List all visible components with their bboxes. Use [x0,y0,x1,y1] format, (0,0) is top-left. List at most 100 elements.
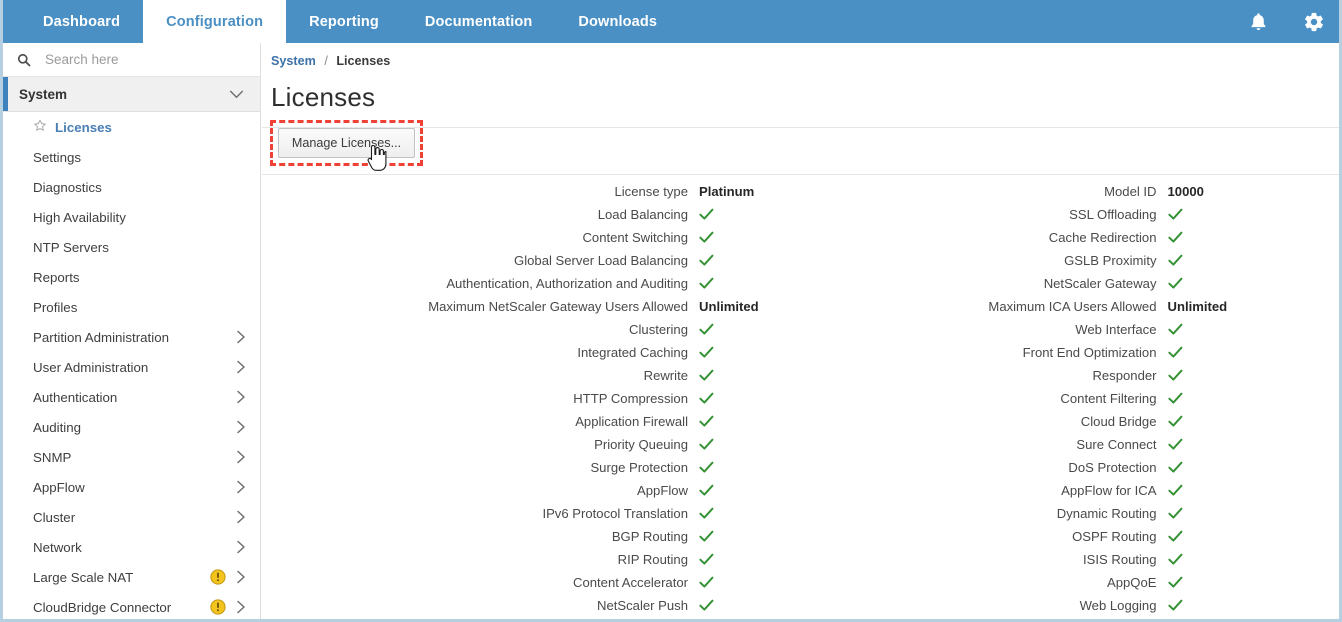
nav-right-icons [1245,0,1339,43]
sidebar-item-diagnostics[interactable]: Diagnostics [3,172,260,202]
license-feature-label: AppFlow for ICA [1061,483,1157,498]
license-row: Application Firewall [262,410,801,433]
check-icon [699,553,714,565]
chevron-right-icon[interactable] [236,600,246,614]
nav-tab-configuration[interactable]: Configuration [143,0,287,43]
breadcrumb-separator: / [324,54,328,68]
sidebar-item-high-availability[interactable]: High Availability [3,202,260,232]
license-feature-label: Web Logging [1079,598,1157,613]
sidebar-item-licenses[interactable]: Licenses [3,112,260,142]
breadcrumb-current: Licenses [336,54,391,68]
check-icon [1167,323,1182,335]
chevron-right-icon[interactable] [236,390,246,404]
sidebar-item-network[interactable]: Network [3,532,260,562]
sidebar-item-label: Network [33,539,82,555]
check-icon [699,461,714,473]
chevron-right-icon[interactable] [236,480,246,494]
star-icon[interactable] [33,119,47,133]
chevron-right-icon[interactable] [236,450,246,464]
check-icon [1167,507,1182,519]
search-bar[interactable] [3,43,260,77]
license-feature-label: Sure Connect [1076,437,1157,452]
gear-icon[interactable] [1301,9,1327,35]
nav-tab-dashboard[interactable]: Dashboard [20,0,143,43]
sidebar-group-label: System [19,86,68,102]
license-feature-label: Authentication, Authorization and Auditi… [446,276,688,291]
license-row: Priority Queuing [262,433,801,456]
chevron-right-icon[interactable] [236,330,246,344]
manage-licenses-button[interactable]: Manage Licenses... [278,128,415,158]
sidebar-item-label: Cluster [33,509,76,525]
sidebar-item-label: High Availability [33,209,126,225]
chevron-right-icon[interactable] [236,360,246,374]
license-row: IPv6 Protocol Translation [262,502,801,525]
check-icon [1167,346,1182,358]
sidebar-item-partition-administration[interactable]: Partition Administration [3,322,260,352]
nav-tab-downloads[interactable]: Downloads [555,0,680,43]
sidebar-item-profiles[interactable]: Profiles [3,292,260,322]
license-row: NetScaler Push [262,594,801,617]
license-feature-value [1167,415,1183,428]
sidebar-item-cloudbridge-connector[interactable]: CloudBridge Connector [3,592,260,619]
sidebar-item-cluster[interactable]: Cluster [3,502,260,532]
sidebar-item-settings[interactable]: Settings [3,142,260,172]
license-row: Web Interface [801,318,1340,341]
license-row: Content Filtering [801,387,1340,410]
sidebar-item-trailing [210,599,246,615]
chevron-right-icon[interactable] [236,570,246,584]
license-feature-value: 10000 [1167,184,1204,199]
warning-icon[interactable] [210,569,226,585]
license-feature-value [699,277,714,290]
check-icon [1167,208,1182,220]
sidebar-item-snmp[interactable]: SNMP [3,442,260,472]
warning-icon[interactable] [210,599,226,615]
check-icon [1167,231,1182,243]
nav-tab-documentation[interactable]: Documentation [402,0,555,43]
license-row: Rewrite [262,364,801,387]
sidebar-item-ntp-servers[interactable]: NTP Servers [3,232,260,262]
sidebar-item-user-administration[interactable]: User Administration [3,352,260,382]
page-title: Licenses [271,82,376,112]
license-feature-value [1167,553,1183,566]
license-row: OSPF Routing [801,525,1340,548]
license-feature-value [699,507,714,520]
license-feature-value [699,254,714,267]
license-feature-value [1167,277,1183,290]
sidebar-item-authentication[interactable]: Authentication [3,382,260,412]
license-feature-value [699,438,714,451]
check-icon [699,576,714,588]
bell-icon[interactable] [1245,9,1271,35]
nav-tab-reporting[interactable]: Reporting [286,0,402,43]
license-feature-label: OSPF Routing [1072,529,1157,544]
license-row: AppFlow for ICA [801,479,1340,502]
sidebar-item-trailing [236,450,246,464]
license-feature-label: Content Switching [582,230,688,245]
license-row: Load Balancing [262,203,801,226]
license-feature-value [699,231,714,244]
license-feature-value [699,392,714,405]
sidebar-item-large-scale-nat[interactable]: Large Scale NAT [3,562,260,592]
sidebar-group-system[interactable]: System [3,77,260,112]
license-feature-label: HTTP Compression [573,391,688,406]
license-feature-value [1167,369,1183,382]
license-feature-label: Surge Protection [590,460,688,475]
license-feature-value [699,346,714,359]
license-feature-label: RIP Routing [617,552,688,567]
license-feature-label: NetScaler Gateway [1043,276,1157,291]
chevron-right-icon[interactable] [236,510,246,524]
license-row: Cloud Bridge [801,410,1340,433]
sidebar-item-label: CloudBridge Connector [33,599,172,615]
sidebar-item-label: Licenses [55,119,112,135]
breadcrumb-parent-link[interactable]: System [271,54,316,68]
search-input[interactable] [43,51,223,68]
sidebar-item-reports[interactable]: Reports [3,262,260,292]
sidebar-item-label: Authentication [33,389,118,405]
license-row: ISIS Routing [801,548,1340,571]
check-icon [1167,415,1182,427]
check-icon [699,392,714,404]
chevron-right-icon[interactable] [236,540,246,554]
sidebar-item-list: Licenses Settings Diagnostics High Availabi… [3,112,260,619]
sidebar-item-auditing[interactable]: Auditing [3,412,260,442]
sidebar-item-appflow[interactable]: AppFlow [3,472,260,502]
chevron-right-icon[interactable] [236,420,246,434]
